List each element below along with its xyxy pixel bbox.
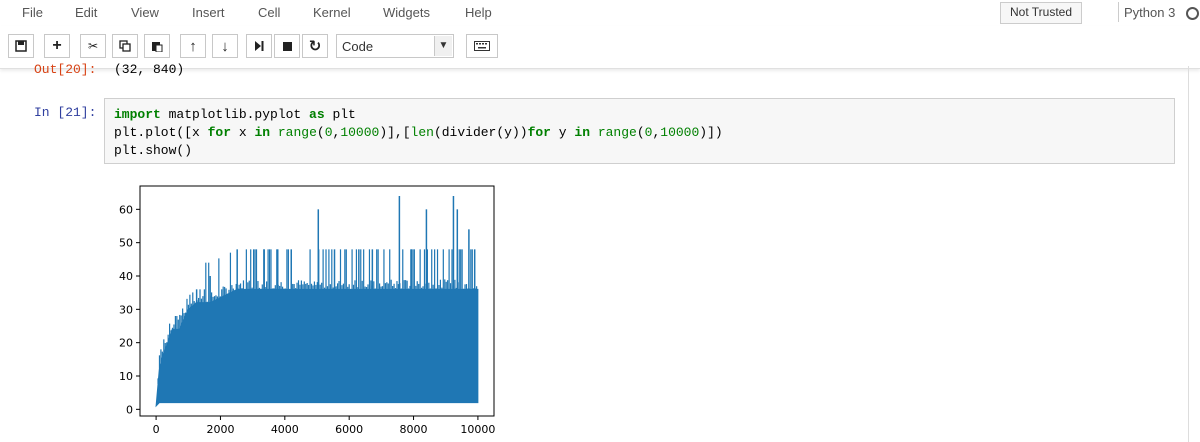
output-text: (32, 840) [114,62,185,77]
menu-edit[interactable]: Edit [75,5,97,20]
insert-cell-button[interactable]: + [44,34,70,58]
y-tick-label: 40 [119,270,133,283]
menu-cell[interactable]: Cell [258,5,280,20]
plus-icon: + [52,37,62,54]
cell-type-value: Code [342,39,374,54]
step-forward-icon [255,41,264,51]
x-tick-label: 8000 [400,423,428,436]
copy-icon [119,40,131,52]
notebook-edge [1188,66,1189,442]
kernel-name[interactable]: Python 3 [1124,5,1175,20]
code-line: plt.plot([x for x in range(0,10000)],[le… [114,125,723,140]
not-trusted-button[interactable]: Not Trusted [1000,2,1082,24]
save-button[interactable] [8,34,34,58]
refresh-icon: ↻ [308,38,322,55]
output-prompt: Out[20]: [34,62,97,77]
run-button[interactable] [246,34,272,58]
scissors-icon: ✂ [87,39,99,53]
code-line: import matplotlib.pyplot as plt [114,107,356,122]
y-tick-label: 50 [119,237,133,250]
cut-button[interactable]: ✂ [80,34,106,58]
code-cell-editor[interactable]: import matplotlib.pyplot as plt plt.plot… [104,98,1175,164]
floppy-icon [15,40,27,52]
menu-widgets[interactable]: Widgets [383,5,430,20]
arrow-down-icon: ↓ [221,37,229,55]
keyboard-icon [474,41,490,51]
y-tick-label: 10 [119,370,133,383]
menu-file[interactable]: File [22,5,43,20]
cell-type-select[interactable]: Code ▼ [336,34,454,58]
command-palette-button[interactable] [466,34,498,58]
stop-icon [282,41,292,51]
chevron-down-icon: ▼ [434,36,452,56]
menu-view[interactable]: View [131,5,159,20]
line-chart: 0 2000 4000 6000 8000 10000 0 10 20 30 40 50 60 [104,178,524,440]
series-fill [155,288,479,408]
x-tick-label: 4000 [271,423,299,436]
kernel-divider [1118,2,1119,22]
interrupt-button[interactable] [274,34,300,58]
x-tick-label: 2000 [206,423,234,436]
y-tick-label: 0 [126,403,133,416]
restart-button[interactable]: ↻ [302,34,328,58]
move-down-button[interactable]: ↓ [212,34,238,58]
menu-help[interactable]: Help [465,5,492,20]
menu-bar: File Edit View Insert Cell Kernel Widget… [0,0,1200,26]
x-tick-label: 10000 [460,423,495,436]
y-tick-label: 20 [119,337,133,350]
menu-insert[interactable]: Insert [192,5,225,20]
arrow-up-icon: ↑ [189,37,197,55]
copy-button[interactable] [112,34,138,58]
paste-button[interactable] [144,34,170,58]
code-line: plt.show() [114,143,193,158]
x-tick-label: 6000 [335,423,363,436]
kernel-status-icon [1186,7,1199,20]
input-prompt: In [21]: [34,105,97,120]
move-up-button[interactable]: ↑ [180,34,206,58]
y-tick-label: 30 [119,303,133,316]
paste-icon [152,42,163,52]
y-tick-label: 60 [119,203,133,216]
menu-kernel[interactable]: Kernel [313,5,351,20]
x-tick-label: 0 [153,423,160,436]
